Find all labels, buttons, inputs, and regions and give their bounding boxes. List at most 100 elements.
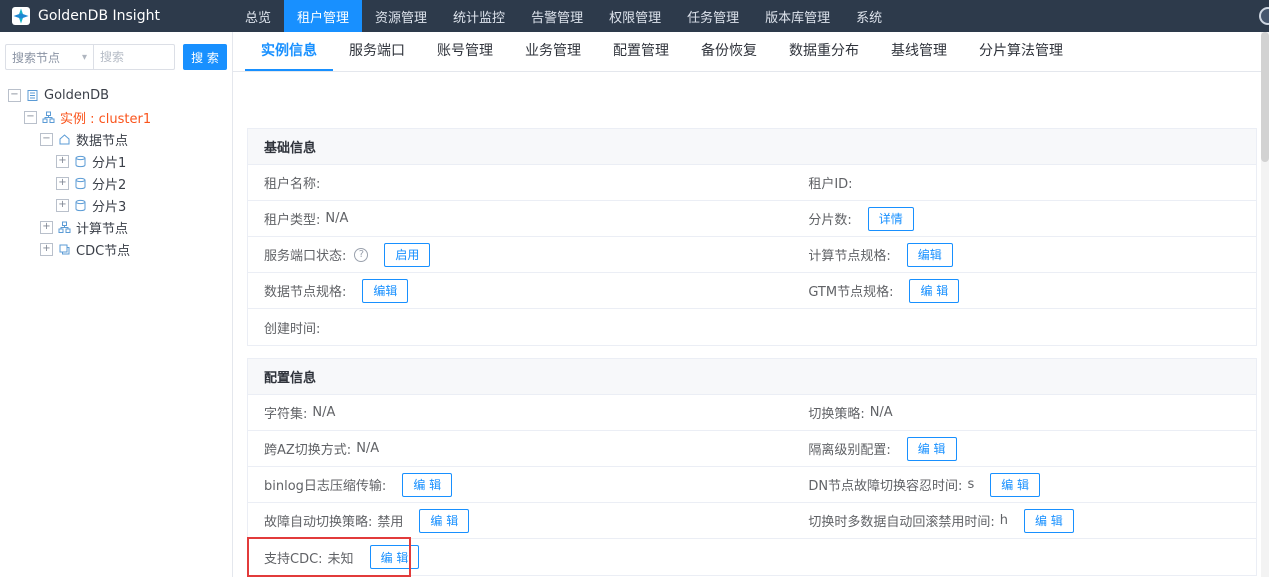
tab-instance-info[interactable]: 实例信息 — [245, 32, 333, 71]
tab-account-mgmt[interactable]: 账号管理 — [421, 32, 509, 71]
tree-node-data-node[interactable]: − 数据节点 — [0, 128, 232, 150]
nav-item-tenant-mgmt[interactable]: 租户管理 — [284, 0, 363, 32]
tree-node-goldendb[interactable]: − GoldenDB — [0, 84, 232, 106]
field-create-time: 创建时间: — [248, 309, 792, 345]
edit-button[interactable]: 编 辑 — [402, 472, 453, 497]
tab-data-redistribution[interactable]: 数据重分布 — [773, 32, 875, 71]
tab-config-mgmt[interactable]: 配置管理 — [597, 32, 685, 71]
edit-button[interactable]: 编 辑 — [419, 508, 470, 533]
goldendb-logo-icon — [12, 7, 30, 25]
empty-cell — [792, 309, 1256, 345]
field-label: 切换策略: — [808, 407, 865, 422]
edit-button[interactable]: 编 辑 — [906, 436, 957, 461]
empty-cell — [792, 539, 1256, 575]
nav-item-task-mgmt[interactable]: 任务管理 — [674, 0, 752, 32]
expand-toggle-icon[interactable]: + — [40, 242, 53, 256]
field-value: N/A — [869, 405, 893, 420]
field-label: 租户类型: — [264, 213, 321, 228]
tree-node-instance-cluster1[interactable]: − 实例 : cluster1 — [0, 106, 232, 128]
field-label: DN节点故障切换容忍时间: — [808, 479, 963, 494]
field-compute-node-spec: 计算节点规格: 编辑 — [792, 237, 1256, 272]
edit-button[interactable]: 编 辑 — [369, 545, 420, 569]
tab-baseline-mgmt[interactable]: 基线管理 — [875, 32, 963, 71]
node-search-bar: 搜索节点 ▾ 搜 索 — [0, 44, 232, 70]
field-label: 创建时间: — [264, 321, 321, 337]
search-input[interactable] — [94, 45, 174, 69]
nav-item-resource-mgmt[interactable]: 资源管理 — [362, 0, 440, 32]
sidebar: 搜索节点 ▾ 搜 索 − GoldenDB − 实例 : cluster1 — [0, 32, 233, 577]
expand-toggle-icon[interactable]: + — [56, 154, 69, 168]
help-icon[interactable]: ? — [354, 247, 369, 262]
nav-item-version-repo-mgmt[interactable]: 版本库管理 — [752, 0, 843, 32]
account-icon[interactable] — [1259, 7, 1269, 25]
tree-node-compute-node[interactable]: + 计算节点 — [0, 216, 232, 238]
table-row: 服务端口状态: ? 启用 计算节点规格: 编辑 — [248, 237, 1256, 273]
topbar: GoldenDB Insight 总览 租户管理 资源管理 统计监控 告警管理 … — [0, 0, 1269, 32]
compute-node-icon — [58, 221, 71, 234]
field-tenant-id: 租户ID: — [792, 165, 1256, 200]
enable-button[interactable]: 启用 — [384, 242, 431, 267]
brand-name: GoldenDB Insight — [38, 8, 160, 24]
search-button[interactable]: 搜 索 — [183, 44, 227, 70]
field-value: s — [967, 477, 975, 492]
brand: GoldenDB Insight — [0, 7, 232, 25]
tree-node-shard2[interactable]: + 分片2 — [0, 172, 232, 194]
search-type-select[interactable]: 搜索节点 ▾ — [6, 45, 94, 69]
tree-node-shard1[interactable]: + 分片1 — [0, 150, 232, 172]
field-label: 切换时多数据自动回滚禁用时间: — [808, 515, 995, 530]
field-label: GTM节点规格: — [808, 285, 894, 300]
detail-button[interactable]: 详情 — [867, 206, 914, 231]
edit-button[interactable]: 编 辑 — [909, 278, 960, 303]
field-value: N/A — [325, 211, 349, 226]
tab-shard-algorithm-mgmt[interactable]: 分片算法管理 — [963, 32, 1079, 71]
shard-icon — [74, 199, 87, 212]
vertical-scrollbar[interactable] — [1261, 32, 1269, 577]
tab-service-port[interactable]: 服务端口 — [333, 32, 421, 71]
field-label: 租户名称: — [264, 177, 321, 192]
nav-item-system[interactable]: 系统 — [843, 0, 895, 32]
collapse-toggle-icon[interactable]: − — [24, 110, 37, 124]
tree-node-shard3[interactable]: + 分片3 — [0, 194, 232, 216]
scrollbar-thumb[interactable] — [1261, 32, 1269, 162]
tab-business-mgmt[interactable]: 业务管理 — [509, 32, 597, 71]
tree-node-label: 分片3 — [92, 199, 127, 215]
nav-item-alarm-mgmt[interactable]: 告警管理 — [518, 0, 596, 32]
config-info-panel: 配置信息 字符集: N/A 切换策略: N/A 跨AZ切换方式: N/A 隔离级… — [247, 358, 1257, 577]
collapse-toggle-icon[interactable]: − — [8, 88, 21, 102]
search-input-group: 搜索节点 ▾ — [5, 44, 175, 70]
field-value: 未知 — [327, 551, 354, 567]
expand-toggle-icon[interactable]: + — [56, 176, 69, 190]
expand-toggle-icon[interactable]: + — [56, 198, 69, 212]
field-label: binlog日志压缩传输: — [264, 479, 387, 494]
nav-item-stats-monitor[interactable]: 统计监控 — [440, 0, 518, 32]
table-row: 租户类型: N/A 分片数: 详情 — [248, 201, 1256, 237]
table-row: 字符集: N/A 切换策略: N/A — [248, 395, 1256, 431]
field-charset: 字符集: N/A — [248, 395, 792, 430]
edit-button[interactable]: 编辑 — [906, 242, 953, 267]
field-label: 故障自动切换策略: — [264, 515, 373, 530]
field-shard-count: 分片数: 详情 — [792, 201, 1256, 236]
edit-button[interactable]: 编 辑 — [990, 472, 1041, 497]
field-tenant-type: 租户类型: N/A — [248, 201, 792, 236]
collapse-toggle-icon[interactable]: − — [40, 132, 53, 146]
table-row: 创建时间: — [248, 309, 1256, 345]
nav-item-overview[interactable]: 总览 — [232, 0, 284, 32]
nav-item-permission-mgmt[interactable]: 权限管理 — [596, 0, 674, 32]
chevron-down-icon: ▾ — [81, 51, 87, 63]
instance-info-content: 基础信息 租户名称: 租户ID: 租户类型: N/A 分片数: 详情 服务端口状… — [233, 72, 1269, 577]
tab-backup-restore[interactable]: 备份恢复 — [685, 32, 773, 71]
shard-icon — [74, 155, 87, 168]
field-label: 租户ID: — [808, 177, 853, 192]
field-dn-failover-tolerance: DN节点故障切换容忍时间: s 编 辑 — [792, 467, 1256, 502]
tree-node-label: GoldenDB — [44, 87, 110, 103]
edit-button[interactable]: 编辑 — [362, 278, 409, 303]
expand-toggle-icon[interactable]: + — [40, 220, 53, 234]
search-type-label: 搜索节点 — [12, 50, 61, 65]
edit-button[interactable]: 编 辑 — [1023, 508, 1074, 533]
tree-node-cdc-node[interactable]: + CDC节点 — [0, 238, 232, 260]
tree-node-label: 分片1 — [92, 155, 127, 171]
field-tenant-name: 租户名称: — [248, 165, 792, 200]
page-layout: 搜索节点 ▾ 搜 索 − GoldenDB − 实例 : cluster1 — [0, 32, 1269, 577]
table-row: 故障自动切换策略: 禁用 编 辑 切换时多数据自动回滚禁用时间: h 编 辑 — [248, 503, 1256, 539]
field-label: 服务端口状态: — [264, 249, 347, 264]
